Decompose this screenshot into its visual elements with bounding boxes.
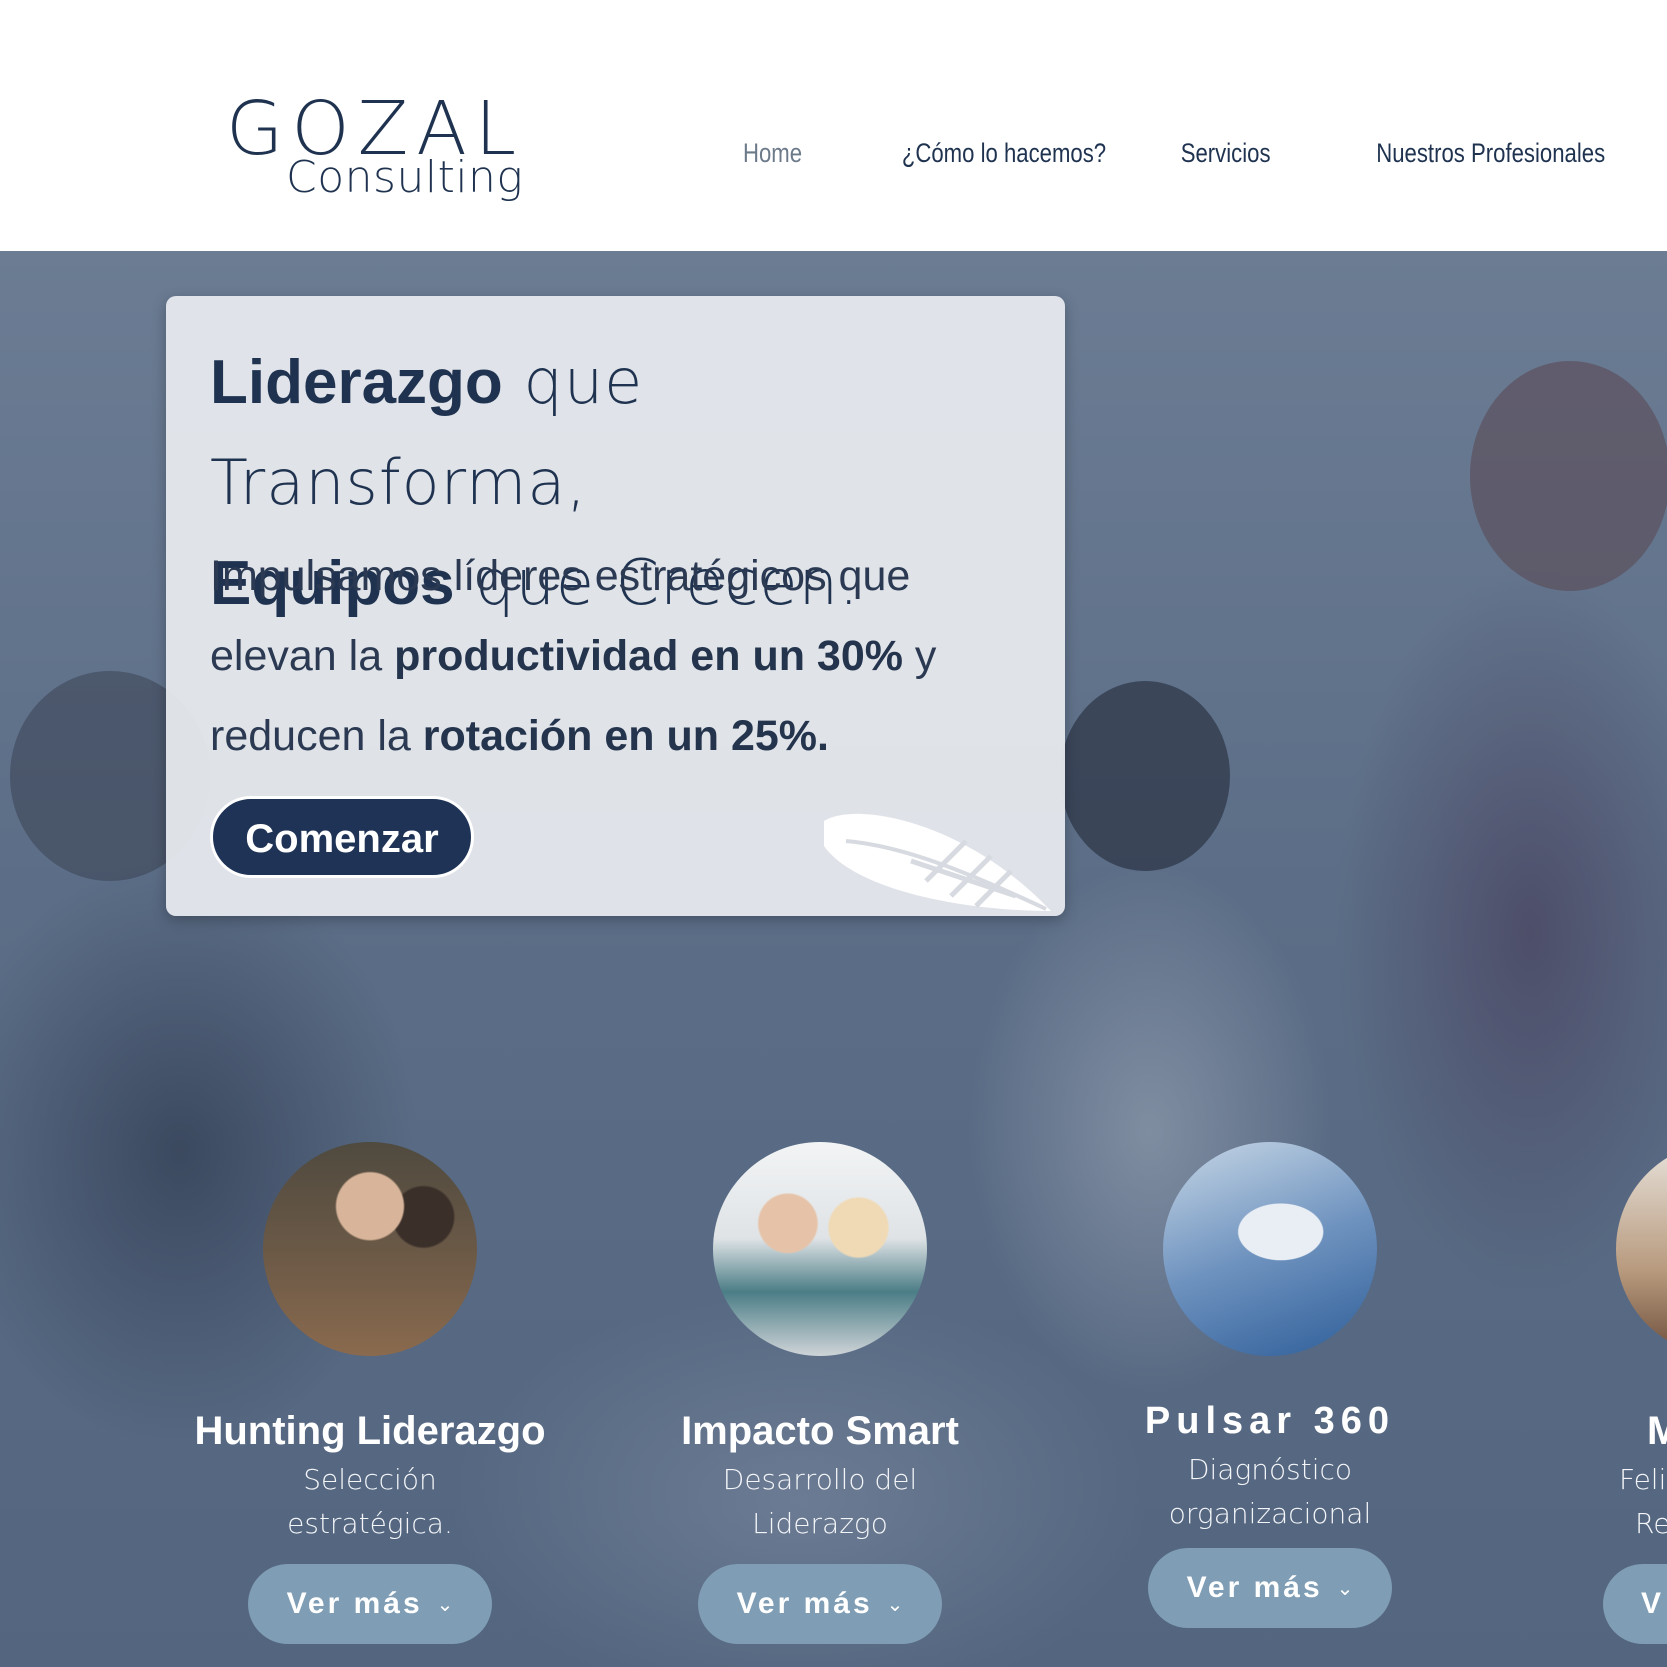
service-desc-fourth-line2: Re bbox=[1635, 1507, 1667, 1540]
nav-nuestros-profesionales[interactable]: Nuestros Profesionales bbox=[1376, 138, 1605, 169]
service-desc-hunting: Selección estratégica. bbox=[190, 1458, 550, 1546]
logo-subtitle: Consulting bbox=[286, 152, 524, 203]
chevron-down-icon: ⌄ bbox=[436, 1594, 454, 1617]
ver-mas-label: Ver más bbox=[286, 1587, 423, 1620]
nav-como-lo-hacemos[interactable]: ¿Cómo lo hacemos? bbox=[902, 138, 1106, 169]
sub-bold-1: productividad en un 30% bbox=[394, 632, 903, 680]
comenzar-button[interactable]: Comenzar bbox=[210, 796, 474, 878]
ver-mas-label: Ver más bbox=[736, 1587, 873, 1620]
service-title-fourth: M bbox=[1647, 1409, 1667, 1453]
bg-person-center bbox=[1060, 681, 1230, 871]
service-desc-hunting-line2: estratégica. bbox=[287, 1507, 453, 1540]
bg-person-right bbox=[1470, 361, 1667, 591]
sub-bold-2: rotación en un 25%. bbox=[422, 712, 829, 760]
service-desc-fourth: Feli Re bbox=[1619, 1458, 1667, 1546]
nav-home[interactable]: Home bbox=[743, 138, 802, 169]
ver-mas-button-pulsar[interactable]: Ver más ⌄ bbox=[1148, 1548, 1392, 1628]
service-image-fourth bbox=[1616, 1142, 1667, 1356]
chevron-down-icon: ⌄ bbox=[886, 1594, 904, 1617]
hero-subtitle: Impulsamos líderes estratégicos que elev… bbox=[210, 536, 1040, 776]
gozal-logo[interactable]: GOZAL Consulting bbox=[226, 92, 523, 217]
service-card-hunting: Hunting Liderazgo Selección estratégica.… bbox=[190, 1142, 550, 1644]
service-card-impacto: Impacto Smart Desarrollo del Liderazgo V… bbox=[640, 1142, 1000, 1644]
chevron-down-icon: ⌄ bbox=[1336, 1578, 1354, 1601]
ver-mas-button-impacto[interactable]: Ver más ⌄ bbox=[698, 1564, 942, 1644]
ver-mas-label: Ver más bbox=[1186, 1571, 1323, 1604]
service-desc-impacto-line2: Liderazgo bbox=[752, 1507, 888, 1540]
service-desc-pulsar-line1: Diagnóstico bbox=[1187, 1453, 1353, 1486]
main-nav: Home ¿Cómo lo hacemos? Servicios Nuestro… bbox=[730, 138, 1605, 169]
service-desc-pulsar-line2: organizacional bbox=[1168, 1497, 1372, 1530]
service-card-fourth: M Feli Re V bbox=[1523, 1142, 1667, 1667]
service-desc-hunting-line1: Selección bbox=[303, 1463, 437, 1496]
ver-mas-button-fourth[interactable]: V bbox=[1603, 1564, 1667, 1644]
service-desc-impacto: Desarrollo del Liderazgo bbox=[640, 1458, 1000, 1546]
site-header: GOZAL Consulting Home ¿Cómo lo hacemos? … bbox=[0, 0, 1667, 251]
ver-mas-button-hunting[interactable]: Ver más ⌄ bbox=[248, 1564, 492, 1644]
service-card-pulsar: Pulsar 360 Diagnóstico organizacional Ve… bbox=[1090, 1142, 1450, 1628]
hero-section: Liderazgo que Transforma, Equipos que Cr… bbox=[0, 251, 1667, 1667]
hero-card: Liderazgo que Transforma, Equipos que Cr… bbox=[166, 296, 1065, 916]
ver-mas-label: V bbox=[1641, 1587, 1665, 1620]
service-title-impacto: Impacto Smart bbox=[681, 1409, 959, 1453]
headline-bold-1: Liderazgo bbox=[210, 348, 503, 417]
service-desc-impacto-line1: Desarrollo del bbox=[722, 1463, 918, 1496]
service-image-hunting bbox=[263, 1142, 477, 1356]
leaf-icon bbox=[824, 813, 1051, 911]
service-image-pulsar bbox=[1163, 1142, 1377, 1356]
service-title-pulsar: Pulsar 360 bbox=[1144, 1400, 1396, 1442]
service-title-hunting: Hunting Liderazgo bbox=[194, 1409, 546, 1453]
nav-servicios[interactable]: Servicios bbox=[1181, 138, 1271, 169]
service-desc-pulsar: Diagnóstico organizacional bbox=[1090, 1448, 1450, 1536]
service-desc-fourth-line1: Feli bbox=[1619, 1463, 1667, 1496]
service-image-impacto bbox=[713, 1142, 927, 1356]
